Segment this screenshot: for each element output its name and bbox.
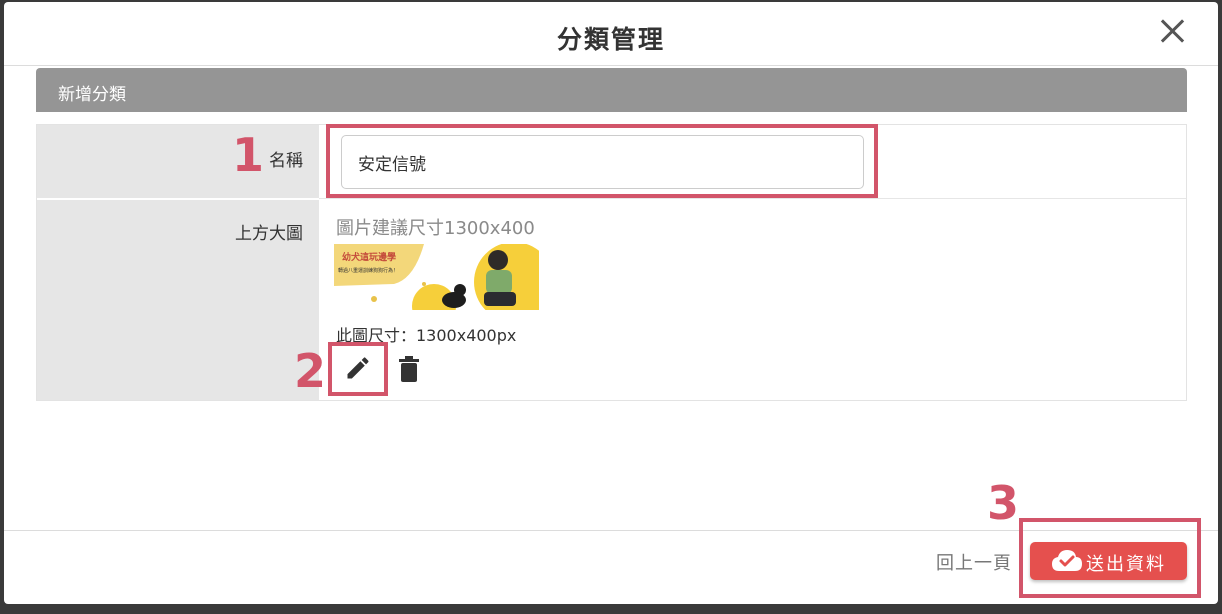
banner-illustration: 幼犬這玩邊學 轉過八重運訓練狗狗行為！ xyxy=(334,244,539,310)
modal-header: 分類管理 xyxy=(4,2,1218,66)
banner-image-title: 幼犬這玩邊學 xyxy=(342,251,396,263)
banner-image-subtitle: 轉過八重運訓練狗狗行為！ xyxy=(338,267,398,274)
name-label: 名稱 xyxy=(269,151,303,171)
modal-title: 分類管理 xyxy=(556,25,665,54)
annotation-number-1: 1 xyxy=(232,128,265,182)
section-title: 新增分類 xyxy=(58,85,126,105)
annotation-number-3: 3 xyxy=(987,476,1020,530)
close-icon[interactable] xyxy=(1158,16,1188,46)
category-modal: 分類管理 新增分類 名稱 上方大圖 圖片建議尺寸1300x400 xyxy=(4,2,1218,604)
annotation-box-1 xyxy=(326,124,878,198)
annotation-box-3 xyxy=(1019,518,1201,598)
annotation-number-2: 2 xyxy=(294,344,327,398)
section-bar: 新增分類 xyxy=(36,68,1187,112)
back-link[interactable]: 回上一頁 xyxy=(936,549,1012,575)
banner-size-hint: 圖片建議尺寸1300x400 xyxy=(336,218,535,239)
trash-icon[interactable] xyxy=(397,355,421,383)
label-column: 名稱 上方大圖 xyxy=(37,125,319,400)
row-divider-label xyxy=(37,198,319,200)
banner-label: 上方大圖 xyxy=(235,224,303,244)
banner-image: 幼犬這玩邊學 轉過八重運訓練狗狗行為！ xyxy=(334,244,539,310)
annotation-box-2 xyxy=(328,342,388,396)
